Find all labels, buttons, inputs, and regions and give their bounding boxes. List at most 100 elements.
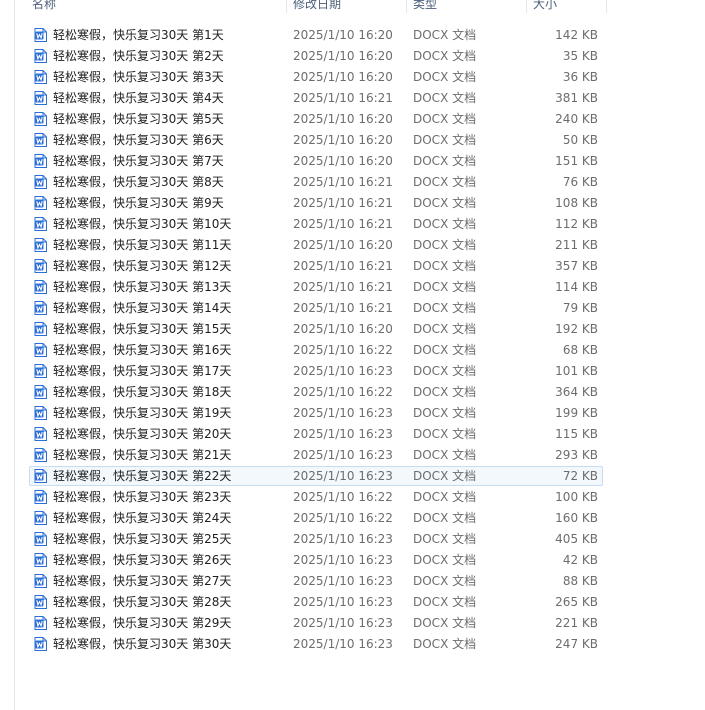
word-document-icon bbox=[34, 112, 47, 126]
word-document-icon bbox=[34, 427, 47, 441]
word-document-icon bbox=[34, 259, 47, 273]
file-row[interactable]: 轻松寒假，快乐复习30天 第30天 2025/1/10 16:23 DOCX 文档 2… bbox=[29, 634, 603, 654]
file-date-modified: 2025/1/10 16:21 bbox=[293, 175, 393, 189]
file-name: 轻松寒假，快乐复习30天 第6天 bbox=[53, 133, 224, 147]
file-date-modified: 2025/1/10 16:21 bbox=[293, 91, 393, 105]
file-name: 轻松寒假，快乐复习30天 第5天 bbox=[53, 112, 224, 126]
file-type: DOCX 文档 bbox=[413, 217, 477, 231]
file-type: DOCX 文档 bbox=[413, 196, 477, 210]
file-row[interactable]: 轻松寒假，快乐复习30天 第14天 2025/1/10 16:21 DOCX 文档 7… bbox=[29, 298, 603, 318]
file-row[interactable]: 轻松寒假，快乐复习30天 第1天 2025/1/10 16:20 DOCX 文档 14… bbox=[29, 25, 603, 45]
file-row[interactable]: 轻松寒假，快乐复习30天 第4天 2025/1/10 16:21 DOCX 文档 38… bbox=[29, 88, 603, 108]
file-type: DOCX 文档 bbox=[413, 301, 477, 315]
file-name: 轻松寒假，快乐复习30天 第7天 bbox=[53, 154, 224, 168]
file-name: 轻松寒假，快乐复习30天 第21天 bbox=[53, 448, 232, 462]
file-row[interactable]: 轻松寒假，快乐复习30天 第8天 2025/1/10 16:21 DOCX 文档 76… bbox=[29, 172, 603, 192]
file-row[interactable]: 轻松寒假，快乐复习30天 第21天 2025/1/10 16:23 DOCX 文档 2… bbox=[29, 445, 603, 465]
file-size: 160 KB bbox=[555, 511, 598, 525]
file-row[interactable]: 轻松寒假，快乐复习30天 第28天 2025/1/10 16:23 DOCX 文档 2… bbox=[29, 592, 603, 612]
file-row[interactable]: 轻松寒假，快乐复习30天 第2天 2025/1/10 16:20 DOCX 文档 35… bbox=[29, 46, 603, 66]
file-size: 364 KB bbox=[555, 385, 598, 399]
file-type: DOCX 文档 bbox=[413, 133, 477, 147]
file-name: 轻松寒假，快乐复习30天 第15天 bbox=[53, 322, 232, 336]
file-name: 轻松寒假，快乐复习30天 第29天 bbox=[53, 616, 232, 630]
word-document-icon bbox=[34, 196, 47, 210]
file-row[interactable]: 轻松寒假，快乐复习30天 第15天 2025/1/10 16:20 DOCX 文档 1… bbox=[29, 319, 603, 339]
file-date-modified: 2025/1/10 16:23 bbox=[293, 364, 393, 378]
file-type: DOCX 文档 bbox=[413, 427, 477, 441]
file-type: DOCX 文档 bbox=[413, 469, 477, 483]
word-document-icon bbox=[34, 406, 47, 420]
file-type: DOCX 文档 bbox=[413, 280, 477, 294]
file-date-modified: 2025/1/10 16:23 bbox=[293, 406, 393, 420]
column-header-name[interactable]: 名称 bbox=[30, 0, 287, 13]
file-name: 轻松寒假，快乐复习30天 第12天 bbox=[53, 259, 232, 273]
file-type: DOCX 文档 bbox=[413, 637, 477, 651]
file-name: 轻松寒假，快乐复习30天 第17天 bbox=[53, 364, 232, 378]
file-row[interactable]: 轻松寒假，快乐复习30天 第6天 2025/1/10 16:20 DOCX 文档 50… bbox=[29, 130, 603, 150]
file-size: 50 KB bbox=[562, 133, 598, 147]
file-name: 轻松寒假，快乐复习30天 第22天 bbox=[53, 469, 232, 483]
file-type: DOCX 文档 bbox=[413, 175, 477, 189]
word-document-icon bbox=[34, 322, 47, 336]
file-row[interactable]: 轻松寒假，快乐复习30天 第10天 2025/1/10 16:21 DOCX 文档 1… bbox=[29, 214, 603, 234]
file-row[interactable]: 轻松寒假，快乐复习30天 第3天 2025/1/10 16:20 DOCX 文档 36… bbox=[29, 67, 603, 87]
file-date-modified: 2025/1/10 16:20 bbox=[293, 28, 393, 42]
file-name: 轻松寒假，快乐复习30天 第8天 bbox=[53, 175, 224, 189]
column-header-date-modified[interactable]: 修改日期 bbox=[291, 0, 407, 13]
file-date-modified: 2025/1/10 16:22 bbox=[293, 343, 393, 357]
file-size: 240 KB bbox=[555, 112, 598, 126]
file-type: DOCX 文档 bbox=[413, 490, 477, 504]
file-row[interactable]: 轻松寒假，快乐复习30天 第24天 2025/1/10 16:22 DOCX 文档 1… bbox=[29, 508, 603, 528]
file-type: DOCX 文档 bbox=[413, 511, 477, 525]
word-document-icon bbox=[34, 448, 47, 462]
file-size: 265 KB bbox=[555, 595, 598, 609]
word-document-icon bbox=[34, 280, 47, 294]
file-list: 轻松寒假，快乐复习30天 第1天 2025/1/10 16:20 DOCX 文档 14… bbox=[29, 25, 603, 655]
column-header-bar: 名称 修改日期 类型 大小 bbox=[15, 0, 705, 14]
file-date-modified: 2025/1/10 16:23 bbox=[293, 469, 393, 483]
file-row[interactable]: 轻松寒假，快乐复习30天 第7天 2025/1/10 16:20 DOCX 文档 15… bbox=[29, 151, 603, 171]
word-document-icon bbox=[34, 637, 47, 651]
file-size: 36 KB bbox=[562, 70, 598, 84]
word-document-icon bbox=[34, 301, 47, 315]
file-date-modified: 2025/1/10 16:21 bbox=[293, 196, 393, 210]
file-type: DOCX 文档 bbox=[413, 574, 477, 588]
file-type: DOCX 文档 bbox=[413, 238, 477, 252]
file-name: 轻松寒假，快乐复习30天 第10天 bbox=[53, 217, 232, 231]
file-row[interactable]: 轻松寒假，快乐复习30天 第12天 2025/1/10 16:21 DOCX 文档 3… bbox=[29, 256, 603, 276]
file-row[interactable]: 轻松寒假，快乐复习30天 第22天 2025/1/10 16:23 DOCX 文档 7… bbox=[29, 466, 603, 486]
word-document-icon bbox=[34, 511, 47, 525]
file-date-modified: 2025/1/10 16:23 bbox=[293, 448, 393, 462]
file-row[interactable]: 轻松寒假，快乐复习30天 第17天 2025/1/10 16:23 DOCX 文档 1… bbox=[29, 361, 603, 381]
file-row[interactable]: 轻松寒假，快乐复习30天 第26天 2025/1/10 16:23 DOCX 文档 4… bbox=[29, 550, 603, 570]
file-name: 轻松寒假，快乐复习30天 第24天 bbox=[53, 511, 232, 525]
file-size: 381 KB bbox=[555, 91, 598, 105]
file-row[interactable]: 轻松寒假，快乐复习30天 第9天 2025/1/10 16:21 DOCX 文档 10… bbox=[29, 193, 603, 213]
file-row[interactable]: 轻松寒假，快乐复习30天 第5天 2025/1/10 16:20 DOCX 文档 24… bbox=[29, 109, 603, 129]
file-name: 轻松寒假，快乐复习30天 第16天 bbox=[53, 343, 232, 357]
file-date-modified: 2025/1/10 16:21 bbox=[293, 280, 393, 294]
file-row[interactable]: 轻松寒假，快乐复习30天 第25天 2025/1/10 16:23 DOCX 文档 4… bbox=[29, 529, 603, 549]
file-row[interactable]: 轻松寒假，快乐复习30天 第29天 2025/1/10 16:23 DOCX 文档 2… bbox=[29, 613, 603, 633]
word-document-icon bbox=[34, 595, 47, 609]
file-size: 151 KB bbox=[555, 154, 598, 168]
file-row[interactable]: 轻松寒假，快乐复习30天 第27天 2025/1/10 16:23 DOCX 文档 8… bbox=[29, 571, 603, 591]
file-date-modified: 2025/1/10 16:23 bbox=[293, 616, 393, 630]
file-type: DOCX 文档 bbox=[413, 112, 477, 126]
file-row[interactable]: 轻松寒假，快乐复习30天 第20天 2025/1/10 16:23 DOCX 文档 1… bbox=[29, 424, 603, 444]
file-row[interactable]: 轻松寒假，快乐复习30天 第13天 2025/1/10 16:21 DOCX 文档 1… bbox=[29, 277, 603, 297]
file-date-modified: 2025/1/10 16:21 bbox=[293, 217, 393, 231]
file-row[interactable]: 轻松寒假，快乐复习30天 第11天 2025/1/10 16:20 DOCX 文档 2… bbox=[29, 235, 603, 255]
file-type: DOCX 文档 bbox=[413, 70, 477, 84]
file-row[interactable]: 轻松寒假，快乐复习30天 第23天 2025/1/10 16:22 DOCX 文档 1… bbox=[29, 487, 603, 507]
file-row[interactable]: 轻松寒假，快乐复习30天 第16天 2025/1/10 16:22 DOCX 文档 6… bbox=[29, 340, 603, 360]
file-name: 轻松寒假，快乐复习30天 第13天 bbox=[53, 280, 232, 294]
column-header-size[interactable]: 大小 bbox=[531, 0, 607, 13]
file-row[interactable]: 轻松寒假，快乐复习30天 第18天 2025/1/10 16:22 DOCX 文档 3… bbox=[29, 382, 603, 402]
file-size: 221 KB bbox=[555, 616, 598, 630]
word-document-icon bbox=[34, 49, 47, 63]
file-size: 192 KB bbox=[555, 322, 598, 336]
file-row[interactable]: 轻松寒假，快乐复习30天 第19天 2025/1/10 16:23 DOCX 文档 1… bbox=[29, 403, 603, 423]
column-header-type[interactable]: 类型 bbox=[411, 0, 527, 13]
